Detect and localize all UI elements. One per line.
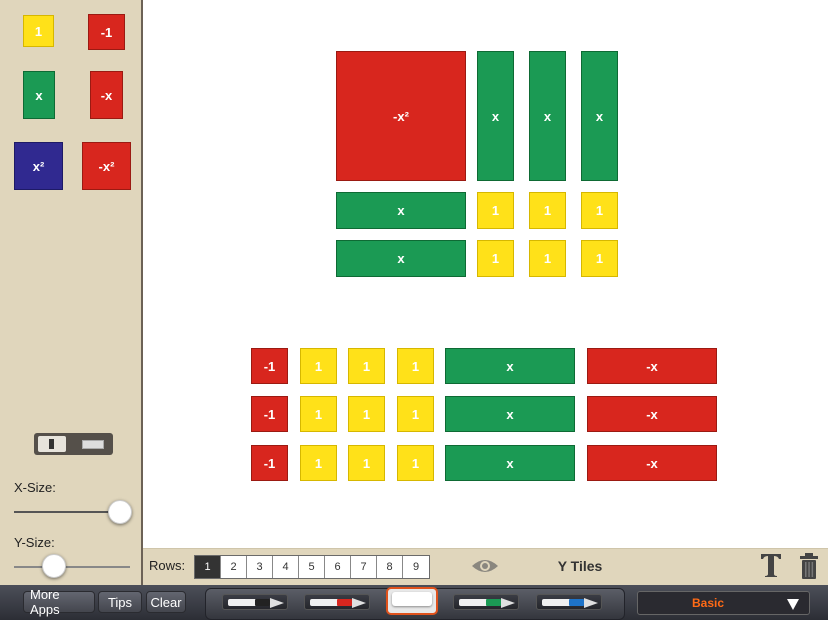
rows-option-1[interactable]: 1 bbox=[195, 556, 221, 578]
eye-icon[interactable] bbox=[471, 557, 499, 575]
tile-unit[interactable]: 1 bbox=[529, 192, 566, 229]
rows-option-5[interactable]: 5 bbox=[299, 556, 325, 578]
tile-unit[interactable]: 1 bbox=[348, 445, 385, 481]
palette-tile-x-squared[interactable]: x² bbox=[14, 142, 63, 190]
page-title: Y Tiles bbox=[557, 558, 603, 574]
palette-tile-neg-x-squared[interactable]: -x² bbox=[82, 142, 131, 190]
tile-x-horizontal[interactable]: x bbox=[336, 192, 466, 229]
rows-option-4[interactable]: 4 bbox=[273, 556, 299, 578]
tile-neg-x-horizontal[interactable]: -x bbox=[587, 396, 717, 432]
tile-unit[interactable]: 1 bbox=[300, 348, 337, 384]
trash-icon[interactable] bbox=[799, 553, 819, 579]
tile-unit[interactable]: 1 bbox=[529, 240, 566, 277]
palette-tile-neg-x[interactable]: -x bbox=[90, 71, 123, 119]
tile-unit[interactable]: 1 bbox=[348, 396, 385, 432]
tile-unit[interactable]: 1 bbox=[581, 240, 618, 277]
mode-dropdown[interactable]: Basic bbox=[637, 591, 810, 615]
eraser-icon[interactable] bbox=[386, 587, 438, 615]
tile-unit[interactable]: 1 bbox=[397, 396, 434, 432]
tile-unit[interactable]: 1 bbox=[477, 240, 514, 277]
tile-unit[interactable]: 1 bbox=[477, 192, 514, 229]
black-pen-icon[interactable] bbox=[222, 594, 288, 610]
rows-option-8[interactable]: 8 bbox=[377, 556, 403, 578]
x-size-slider-thumb[interactable] bbox=[108, 500, 132, 524]
tile-neg-unit[interactable]: -1 bbox=[251, 396, 288, 432]
tile-neg-x-horizontal[interactable]: -x bbox=[587, 348, 717, 384]
y-size-slider-track[interactable] bbox=[14, 566, 130, 568]
red-pen-icon[interactable] bbox=[304, 594, 370, 610]
vertical-orientation-icon[interactable] bbox=[38, 436, 66, 452]
tile-x-horizontal[interactable]: x bbox=[336, 240, 466, 277]
y-size-slider-thumb[interactable] bbox=[42, 554, 66, 578]
tile-unit[interactable]: 1 bbox=[300, 396, 337, 432]
clear-button[interactable]: Clear bbox=[146, 591, 186, 613]
y-size-label: Y-Size: bbox=[14, 535, 55, 550]
palette-tile-one[interactable]: 1 bbox=[23, 15, 54, 47]
rows-selector[interactable]: 1 2 3 4 5 6 7 8 9 bbox=[194, 555, 430, 579]
rows-option-3[interactable]: 3 bbox=[247, 556, 273, 578]
tile-x-horizontal[interactable]: x bbox=[445, 445, 575, 481]
tile-unit[interactable]: 1 bbox=[348, 348, 385, 384]
tile-palette-sidebar: 1 -1 x -x x² -x² X-Size: Y-Size: bbox=[0, 0, 141, 585]
tips-button[interactable]: Tips bbox=[98, 591, 142, 613]
tile-unit[interactable]: 1 bbox=[397, 348, 434, 384]
tile-neg-x-squared[interactable]: -x² bbox=[336, 51, 466, 181]
rows-option-9[interactable]: 9 bbox=[403, 556, 429, 578]
mode-dropdown-value: Basic bbox=[691, 596, 725, 610]
rows-option-7[interactable]: 7 bbox=[351, 556, 377, 578]
more-apps-button[interactable]: More Apps bbox=[23, 587, 95, 617]
rows-option-2[interactable]: 2 bbox=[221, 556, 247, 578]
rows-option-6[interactable]: 6 bbox=[325, 556, 351, 578]
tile-x-vertical[interactable]: x bbox=[529, 51, 566, 181]
tile-neg-unit[interactable]: -1 bbox=[251, 445, 288, 481]
tile-neg-x-horizontal[interactable]: -x bbox=[587, 445, 717, 481]
orientation-toggle[interactable] bbox=[34, 433, 113, 455]
x-size-label: X-Size: bbox=[14, 480, 56, 495]
tile-x-vertical[interactable]: x bbox=[477, 51, 514, 181]
tile-neg-unit[interactable]: -1 bbox=[251, 348, 288, 384]
tile-unit[interactable]: 1 bbox=[300, 445, 337, 481]
tile-unit[interactable]: 1 bbox=[581, 192, 618, 229]
tile-x-horizontal[interactable]: x bbox=[445, 396, 575, 432]
palette-tile-x[interactable]: x bbox=[23, 71, 55, 119]
green-pen-icon[interactable] bbox=[453, 594, 519, 610]
palette-tile-neg-one[interactable]: -1 bbox=[88, 14, 125, 50]
tile-unit[interactable]: 1 bbox=[397, 445, 434, 481]
blue-pen-icon[interactable] bbox=[536, 594, 602, 610]
tile-x-vertical[interactable]: x bbox=[581, 51, 618, 181]
chevron-down-icon bbox=[787, 599, 799, 610]
rows-label: Rows: bbox=[149, 558, 186, 573]
tile-x-horizontal[interactable]: x bbox=[445, 348, 575, 384]
text-tool-icon[interactable] bbox=[760, 552, 782, 578]
